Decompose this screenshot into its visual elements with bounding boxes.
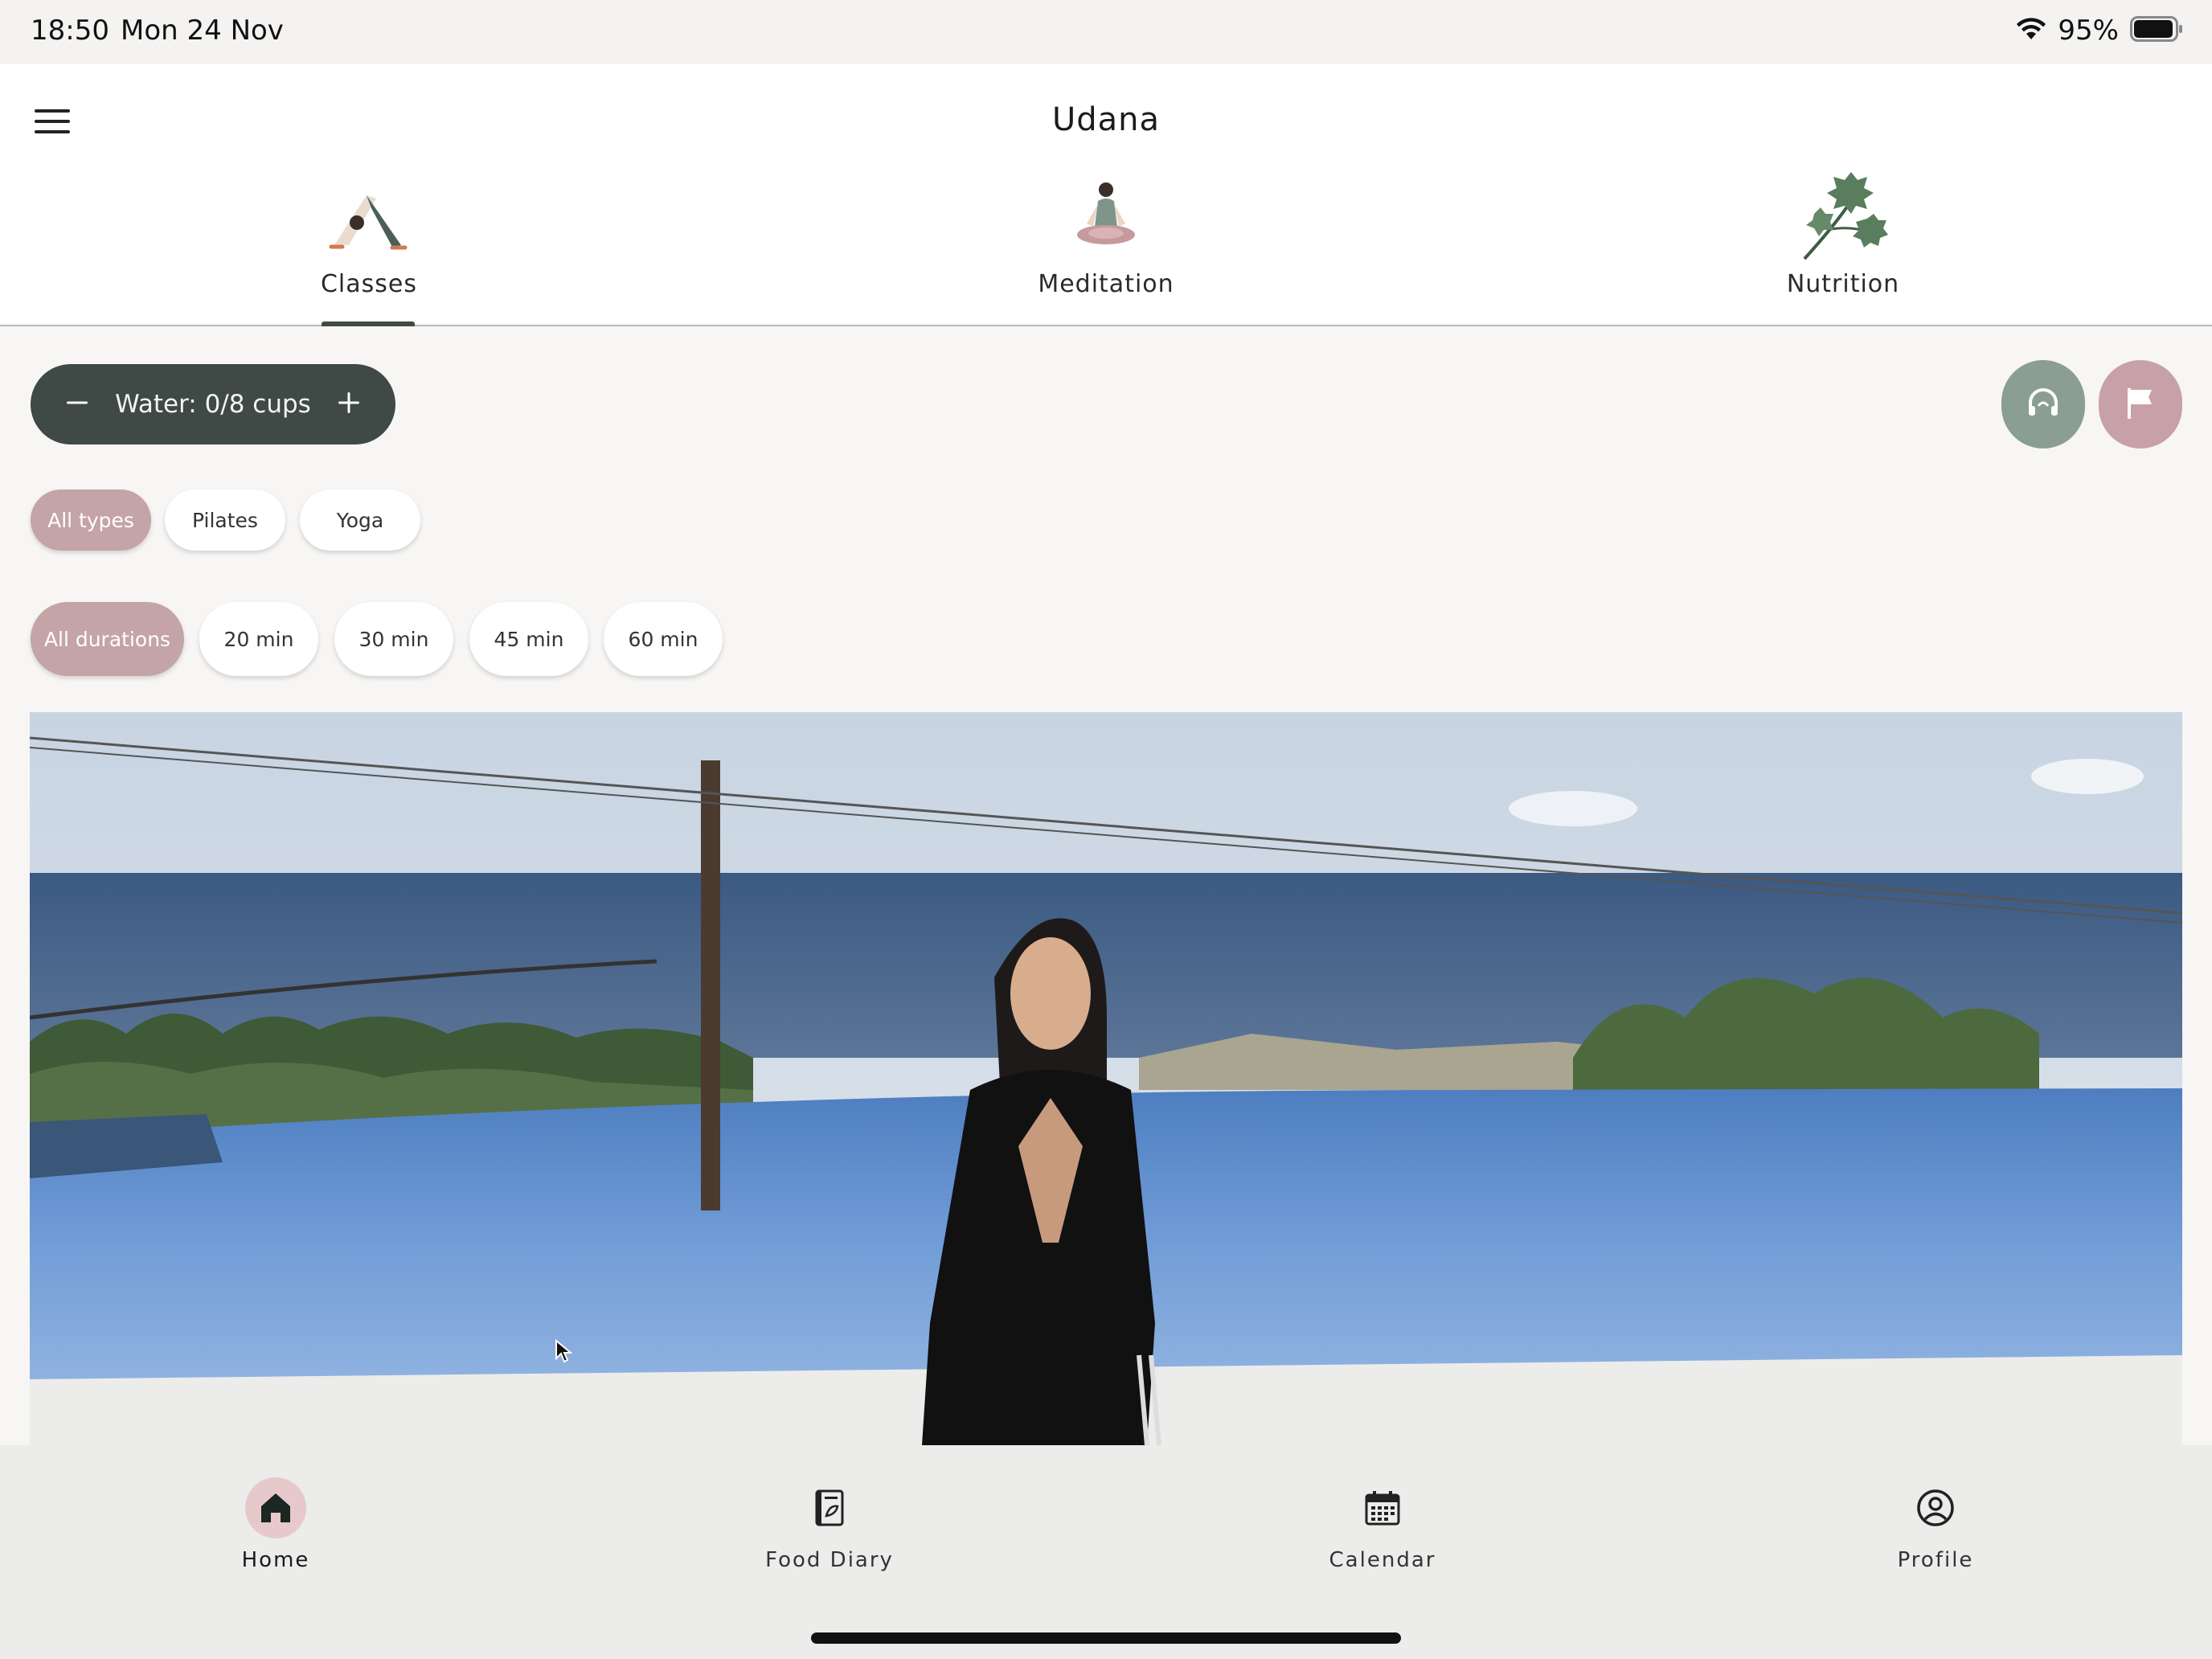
battery-percentage: 95% [2058, 14, 2119, 47]
filter-chip-20-min[interactable]: 20 min [199, 602, 318, 676]
filter-chip-30-min[interactable]: 30 min [334, 602, 453, 676]
nav-label-profile: Profile [1897, 1548, 1974, 1572]
tab-classes[interactable]: Classes [200, 169, 538, 326]
filter-chip-yoga[interactable]: Yoga [300, 490, 420, 551]
audio-classes-button[interactable] [2001, 360, 2085, 449]
nav-item-profile[interactable]: Profile [1831, 1477, 2040, 1590]
flag-icon [2124, 385, 2157, 424]
nav-item-home[interactable]: Home [171, 1477, 380, 1590]
meditation-lotus-icon [1058, 169, 1154, 265]
nav-label-home: Home [241, 1548, 310, 1572]
app-title: Udana [1051, 101, 1161, 138]
home-indicator [811, 1632, 1401, 1644]
nav-label-food-diary: Food Diary [765, 1548, 894, 1572]
tab-selected-indicator [322, 322, 415, 326]
food-diary-icon [799, 1477, 860, 1538]
tab-meditation-label: Meditation [1038, 270, 1174, 298]
battery-icon [2130, 15, 2183, 46]
filter-chip-all-types[interactable]: All types [31, 490, 151, 551]
yoga-downward-dog-icon [321, 169, 417, 265]
nav-label-calendar: Calendar [1329, 1548, 1436, 1572]
bottom-navigation: Home Food Diary Calendar Profile [0, 1445, 2212, 1659]
nav-item-food-diary[interactable]: Food Diary [725, 1477, 934, 1590]
featured-class-video[interactable] [30, 712, 2182, 1445]
filter-chip-pilates[interactable]: Pilates [165, 490, 285, 551]
home-icon [245, 1477, 306, 1538]
wifi-icon [2016, 17, 2046, 44]
status-date: Mon 24 Nov [121, 14, 284, 47]
water-decrement-button[interactable] [53, 380, 101, 428]
tab-nutrition-label: Nutrition [1786, 270, 1900, 298]
tab-meditation[interactable]: Meditation [937, 169, 1275, 326]
headphones-icon [2024, 383, 2062, 425]
minus-icon [66, 391, 88, 417]
nav-item-calendar[interactable]: Calendar [1278, 1477, 1487, 1590]
water-count-label: Water: 0/8 cups [115, 390, 311, 419]
filter-chip-60-min[interactable]: 60 min [604, 602, 723, 676]
water-tracker: Water: 0/8 cups [31, 364, 395, 444]
status-bar: 18:50 Mon 24 Nov 95% [0, 0, 2212, 64]
status-indicators: 95% [2016, 13, 2183, 48]
calendar-icon [1352, 1477, 1413, 1538]
filter-chip-45-min[interactable]: 45 min [469, 602, 588, 676]
status-time: 18:50 [31, 14, 109, 47]
app-header: Udana Classes Meditation Nutrition [0, 64, 2212, 326]
plus-icon [338, 391, 360, 417]
pointer-cursor-icon [555, 1338, 573, 1366]
tab-classes-label: Classes [320, 270, 417, 298]
water-increment-button[interactable] [325, 380, 373, 428]
challenges-flag-button[interactable] [2099, 360, 2182, 449]
profile-icon [1905, 1477, 1966, 1538]
herb-leaf-icon [1795, 169, 1891, 265]
filter-chip-all-durations[interactable]: All durations [31, 602, 184, 676]
tab-nutrition[interactable]: Nutrition [1674, 169, 2012, 326]
